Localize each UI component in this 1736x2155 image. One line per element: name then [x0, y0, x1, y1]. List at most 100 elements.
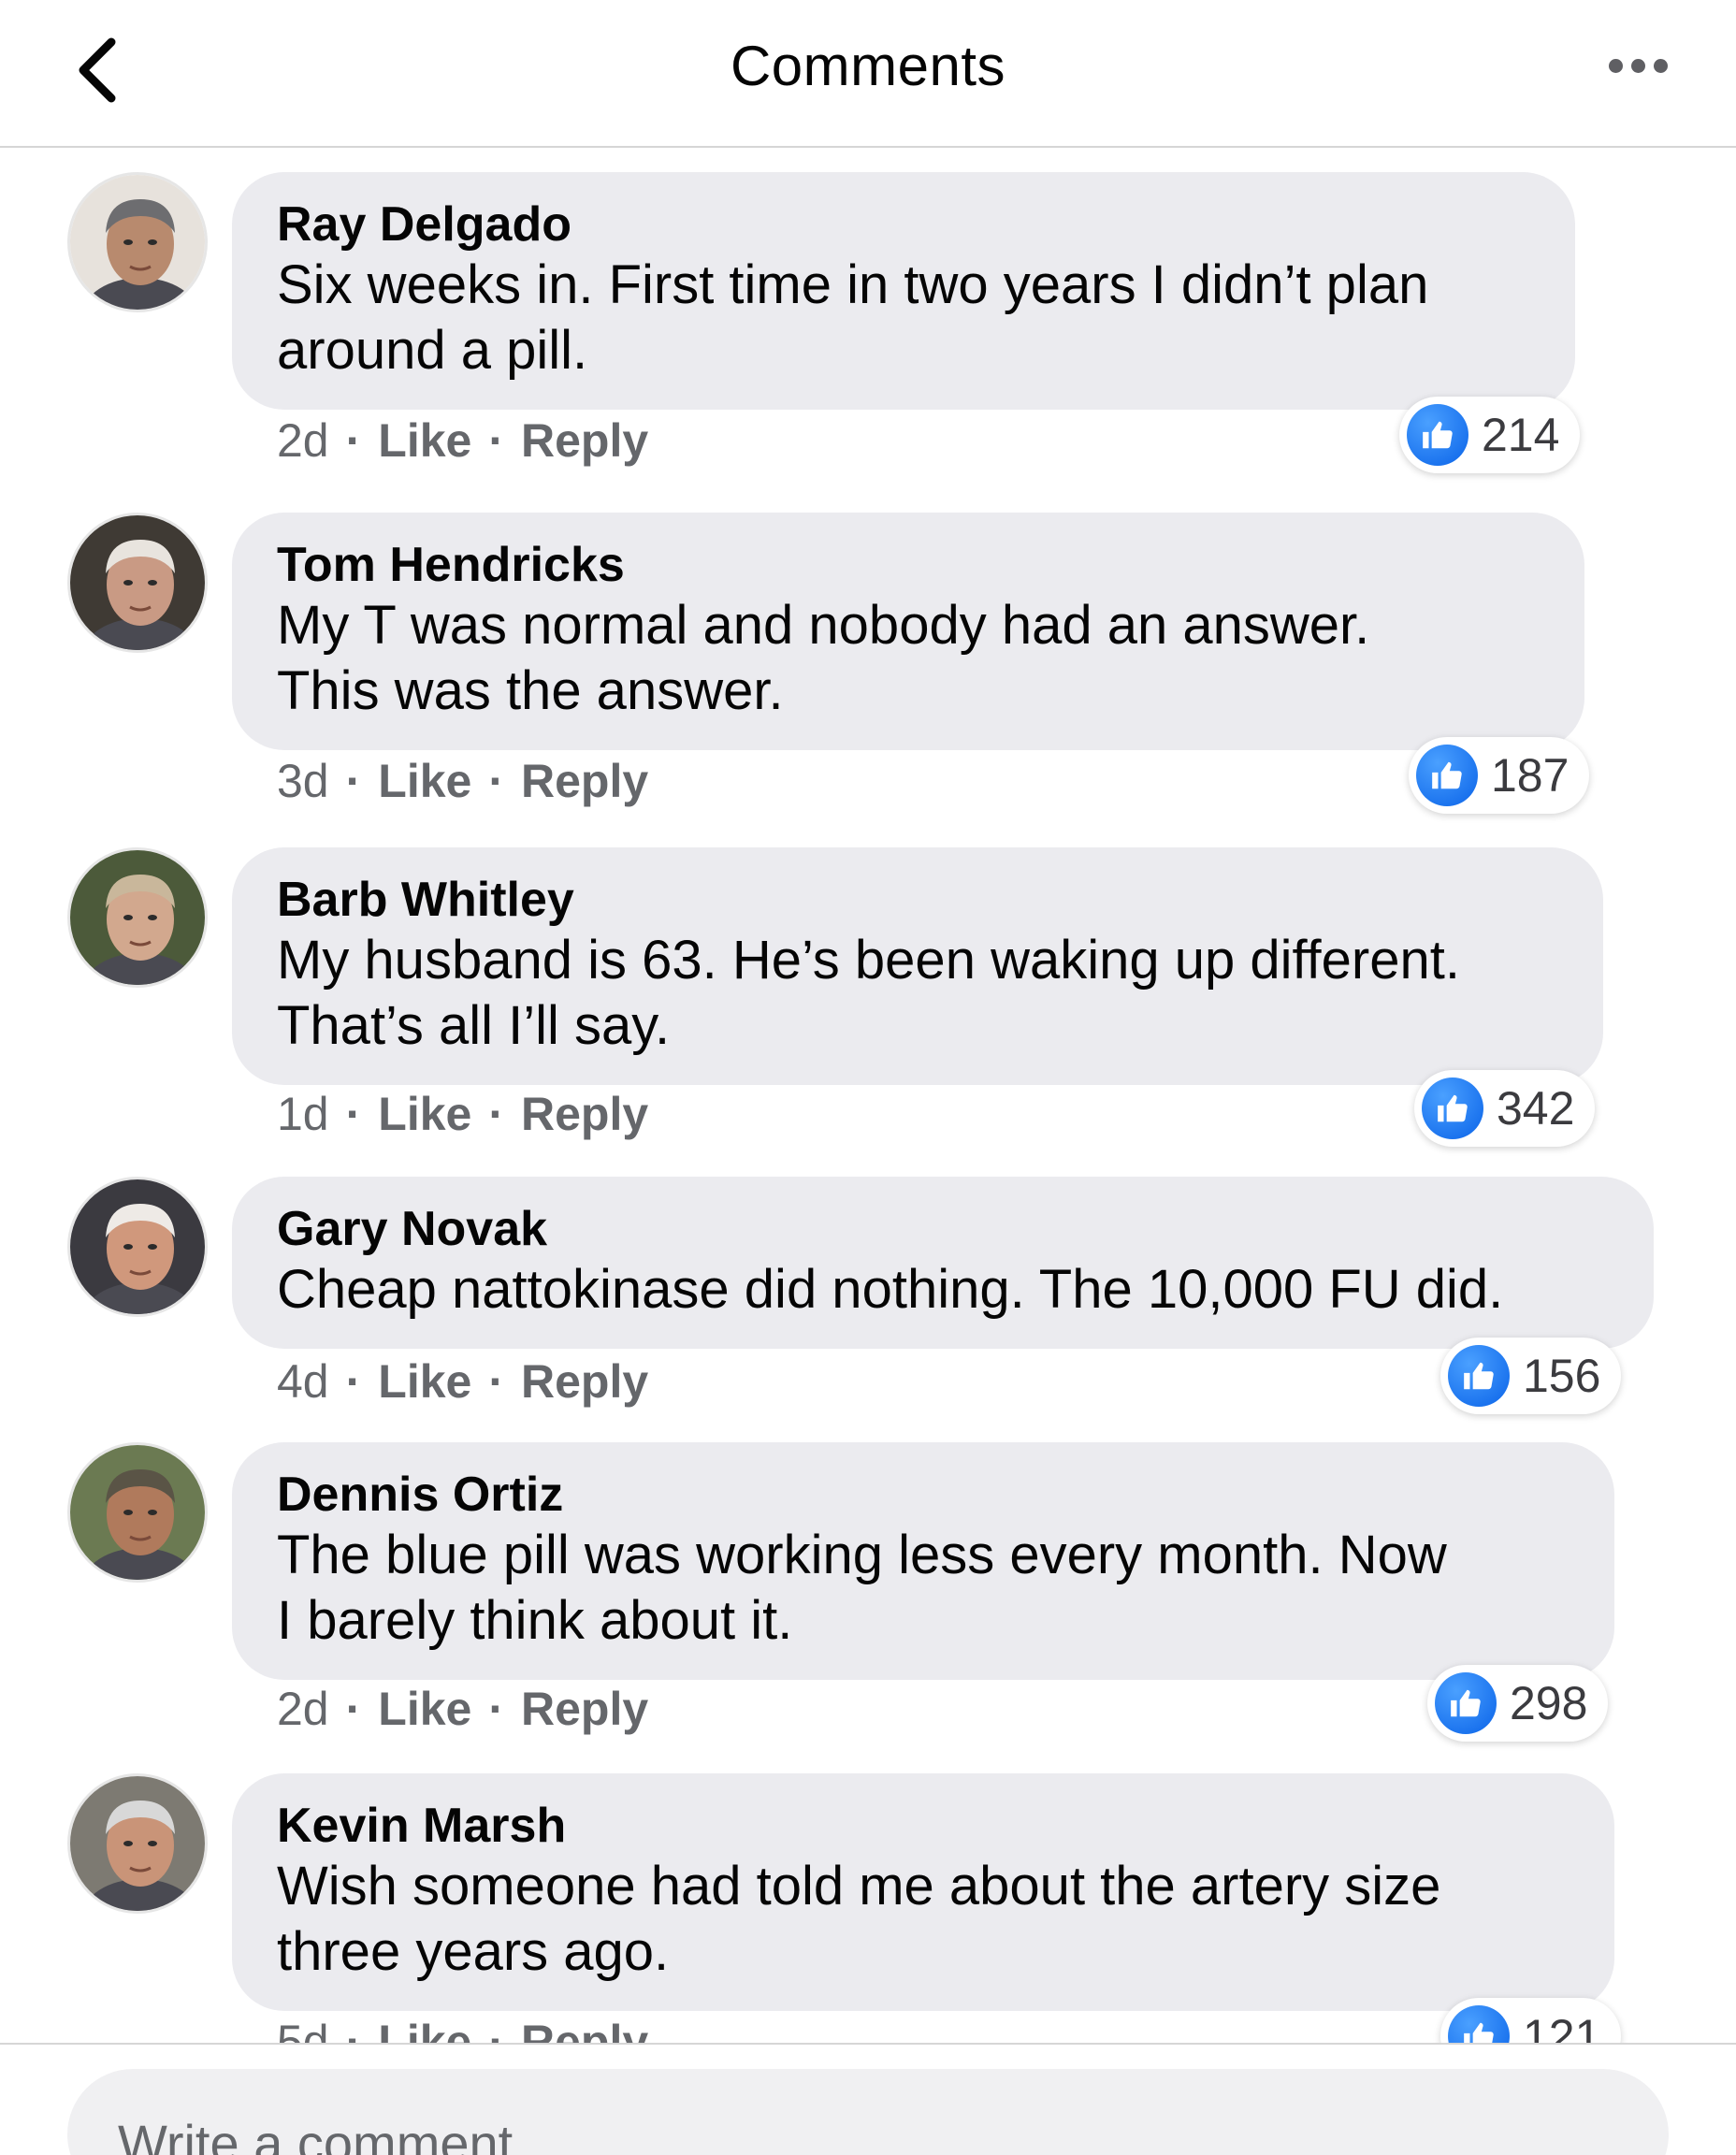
thumbs-up-icon [1438, 1094, 1468, 1122]
more-dot [1653, 58, 1668, 73]
like-reaction-icon [1448, 1345, 1510, 1407]
reply-link[interactable]: Reply [521, 1682, 648, 1736]
commenter-name[interactable]: Dennis Ortiz [277, 1467, 1570, 1523]
reply-link[interactable]: Reply [521, 1087, 648, 1141]
separator-dot: · [345, 755, 362, 807]
like-reaction-icon [1407, 404, 1468, 466]
avatar[interactable] [67, 1177, 208, 1317]
separator-dot: · [488, 2016, 504, 2043]
comment-text: My husband is 63. He’s been waking up di… [277, 930, 1460, 1056]
avatar[interactable] [67, 1442, 208, 1583]
reaction-count: 342 [1497, 1082, 1575, 1135]
more-horizontal-icon [1608, 58, 1623, 73]
comment-bubble: Dennis Ortiz The blue pill was working l… [232, 1442, 1614, 1680]
separator-dot: · [345, 414, 362, 467]
thumbs-up-icon [1451, 1689, 1481, 1717]
thumbs-up-icon [1464, 1362, 1494, 1390]
comment-item: Gary Novak Cheap nattokinase did nothing… [0, 1154, 1736, 1429]
reaction-count: 187 [1491, 749, 1570, 802]
commenter-name[interactable]: Ray Delgado [277, 196, 1530, 253]
comment-text: My T was normal and nobody had an answer… [277, 595, 1370, 721]
reply-link[interactable]: Reply [521, 2015, 648, 2043]
like-reaction-icon [1422, 1078, 1483, 1139]
avatar-image [70, 1179, 205, 1314]
like-link[interactable]: Like [378, 1087, 471, 1141]
reaction-count-badge[interactable]: 298 [1427, 1665, 1609, 1742]
comments-screen: Comments Ray Delgado Six weeks in. First… [0, 0, 1736, 2155]
avatar[interactable] [67, 1773, 208, 1914]
comment-input[interactable] [67, 2069, 1669, 2155]
like-link[interactable]: Like [378, 1682, 471, 1736]
reaction-count: 298 [1510, 1677, 1588, 1729]
comment-timestamp: 1d [277, 1088, 329, 1140]
separator-dot: · [488, 1355, 504, 1408]
comment-bubble: Gary Novak Cheap nattokinase did nothing… [232, 1177, 1654, 1349]
comment-timestamp: 5d [277, 2016, 329, 2043]
comment-actions: 2d · Like · Reply [277, 413, 648, 468]
separator-dot: · [488, 1088, 504, 1140]
like-reaction-icon [1448, 2005, 1510, 2043]
comment-actions: 1d · Like · Reply [277, 1087, 648, 1141]
reply-link[interactable]: Reply [521, 413, 648, 468]
comment-text: Wish someone had told me about the arter… [277, 1856, 1441, 1982]
comment-bubble: Ray Delgado Six weeks in. First time in … [232, 172, 1575, 410]
avatar-image [70, 515, 205, 650]
like-link[interactable]: Like [378, 1354, 471, 1409]
like-link[interactable]: Like [378, 2015, 471, 2043]
more-dot [1630, 58, 1645, 73]
comment-list[interactable]: Ray Delgado Six weeks in. First time in … [0, 150, 1736, 2043]
comment-bubble: Kevin Marsh Wish someone had told me abo… [232, 1773, 1614, 2011]
page-title: Comments [730, 35, 1006, 97]
commenter-name[interactable]: Tom Hendricks [277, 537, 1540, 593]
reaction-count-badge[interactable]: 121 [1440, 1998, 1622, 2043]
reply-link[interactable]: Reply [521, 754, 648, 808]
avatar-image [70, 1445, 205, 1580]
comment-actions: 2d · Like · Reply [277, 1682, 648, 1736]
avatar-image [70, 175, 205, 310]
reply-link[interactable]: Reply [521, 1354, 648, 1409]
like-reaction-icon [1435, 1672, 1497, 1734]
separator-dot: · [488, 414, 504, 467]
avatar[interactable] [67, 172, 208, 312]
comment-composer [0, 2043, 1736, 2155]
thumbs-up-icon [1464, 2022, 1494, 2043]
header-bar: Comments [0, 0, 1736, 148]
comment-text: Cheap nattokinase did nothing. The 10,00… [277, 1259, 1504, 1320]
like-reaction-icon [1416, 745, 1478, 806]
reaction-count-badge[interactable]: 156 [1440, 1338, 1622, 1414]
comment-item: Ray Delgado Six weeks in. First time in … [0, 150, 1736, 488]
comment-actions: 3d · Like · Reply [277, 754, 648, 808]
commenter-name[interactable]: Kevin Marsh [277, 1798, 1570, 1854]
reaction-count: 214 [1482, 409, 1560, 461]
avatar[interactable] [67, 847, 208, 988]
comment-bubble: Barb Whitley My husband is 63. He’s been… [232, 847, 1603, 1085]
comment-timestamp: 4d [277, 1355, 329, 1408]
comment-item: Tom Hendricks My T was normal and nobody… [0, 490, 1736, 829]
like-link[interactable]: Like [378, 754, 471, 808]
comment-item: Kevin Marsh Wish someone had told me abo… [0, 1751, 1736, 2043]
comment-timestamp: 2d [277, 414, 329, 467]
reaction-count-badge[interactable]: 214 [1399, 397, 1581, 473]
separator-dot: · [345, 1683, 362, 1735]
comment-timestamp: 3d [277, 755, 329, 807]
reaction-count-badge[interactable]: 187 [1409, 737, 1590, 814]
separator-dot: · [345, 1355, 362, 1408]
avatar[interactable] [67, 513, 208, 653]
comment-actions: 4d · Like · Reply [277, 1354, 648, 1409]
reaction-count-badge[interactable]: 342 [1414, 1070, 1596, 1147]
reaction-count: 121 [1523, 2010, 1601, 2043]
comment-text: Six weeks in. First time in two years I … [277, 254, 1429, 381]
commenter-name[interactable]: Barb Whitley [277, 872, 1558, 928]
thumbs-up-icon [1423, 421, 1453, 449]
like-link[interactable]: Like [378, 413, 471, 468]
comment-text: The blue pill was working less every mon… [277, 1525, 1447, 1651]
separator-dot: · [488, 1683, 504, 1735]
separator-dot: · [488, 755, 504, 807]
reaction-count: 156 [1523, 1350, 1601, 1402]
comment-actions: 5d · Like · Reply [277, 2015, 648, 2043]
comment-bubble: Tom Hendricks My T was normal and nobody… [232, 513, 1584, 750]
comment-item: Barb Whitley My husband is 63. He’s been… [0, 825, 1736, 1162]
avatar-image [70, 1776, 205, 1911]
commenter-name[interactable]: Gary Novak [277, 1201, 1609, 1257]
more-options-button[interactable] [1596, 37, 1680, 94]
